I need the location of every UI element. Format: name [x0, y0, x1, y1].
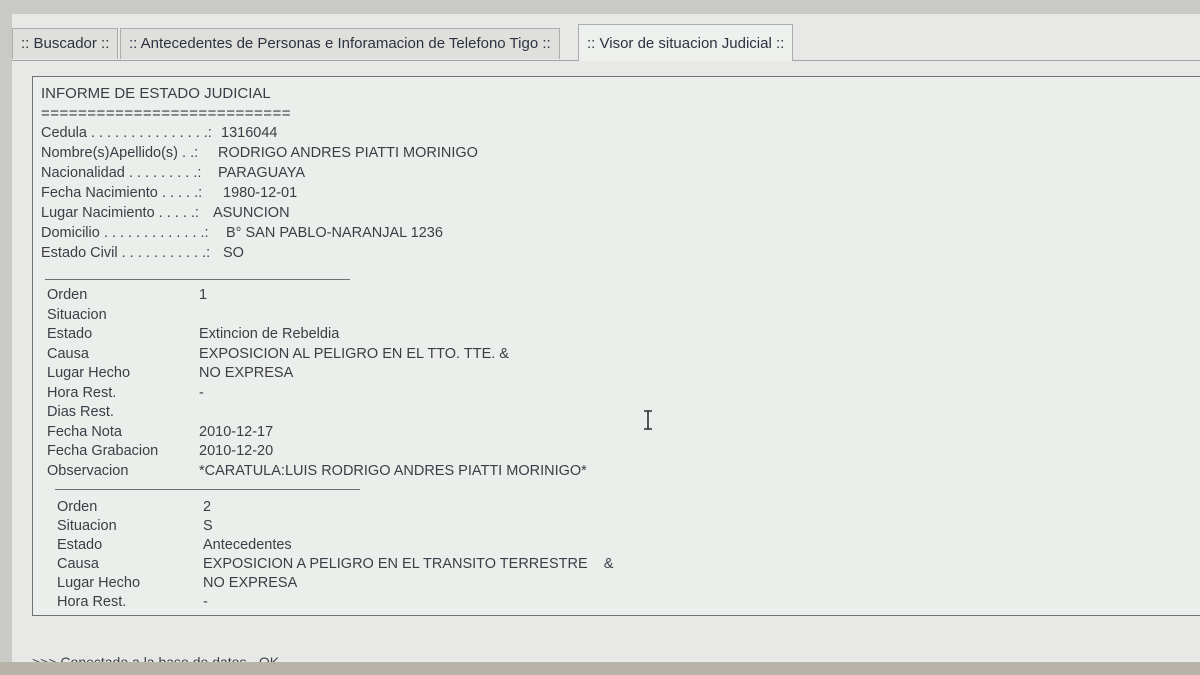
- separator-1: [45, 279, 350, 280]
- person-field-label: Fecha Nacimiento . . . . .:: [41, 185, 203, 201]
- record-field-label: Estado: [57, 537, 103, 553]
- record-field-value: 2010-12-17: [199, 423, 274, 440]
- record-field-value: Extincion de Rebeldia: [199, 326, 340, 342]
- person-field-label: Nombre(s)Apellido(s) . .:: [41, 145, 199, 161]
- person-field-value: RODRIGO ANDRES PIATTI MORINIGO: [218, 145, 478, 161]
- record-field-label: Dias Rest.: [47, 404, 114, 420]
- record-field-value: EXPOSICION AL PELIGRO EN EL TTO. TTE. &: [199, 345, 509, 362]
- record-field-label: Fecha Grabacion: [47, 443, 159, 459]
- tab-antecedentes[interactable]: :: Antecedentes de Personas e Inforamaci…: [120, 28, 560, 59]
- record-field-value: -: [199, 384, 204, 401]
- record-field-label: Situacion: [57, 518, 117, 534]
- record-field-label: Situacion: [47, 306, 107, 323]
- record-field-value: Antecedentes: [203, 537, 292, 553]
- record-field-value: EXPOSICION A PELIGRO EN EL TRANSITO TERR…: [203, 556, 614, 572]
- record-field-label: Orden: [47, 287, 88, 303]
- person-field-label: Lugar Nacimiento . . . . .:: [41, 205, 199, 221]
- report-title: INFORME DE ESTADO JUDICIAL: [41, 85, 271, 102]
- person-field-label: Domicilio . . . . . . . . . . . . .:: [41, 225, 209, 241]
- person-field-label: Cedula . . . . . . . . . . . . . . .:: [41, 125, 212, 141]
- record-field-label: Observacion: [47, 462, 129, 479]
- tab-bar: :: Buscador :: :: Antecedentes de Person…: [12, 24, 1200, 61]
- person-field-value: ASUNCION: [213, 205, 290, 221]
- record-field-value: NO EXPRESA: [199, 365, 294, 381]
- tab-visor-judicial[interactable]: :: Visor de situacion Judicial ::: [578, 24, 794, 61]
- record-field-value: S: [203, 518, 213, 534]
- report-rule: ===========================: [41, 105, 292, 122]
- desk-edge: [0, 662, 1200, 675]
- record-field-label: Orden: [57, 499, 98, 515]
- person-field-value: B° SAN PABLO-NARANJAL 1236: [226, 225, 443, 241]
- tab-buscador[interactable]: :: Buscador ::: [12, 28, 119, 59]
- person-field-label: Nacionalidad . . . . . . . . .:: [41, 165, 202, 181]
- record-field-label: Lugar Hecho: [47, 365, 131, 381]
- person-field-value: PARAGUAYA: [218, 165, 306, 181]
- report-textarea[interactable]: INFORME DE ESTADO JUDICIAL =============…: [32, 76, 1200, 616]
- record-field-value: NO EXPRESA: [203, 575, 298, 591]
- record-field-value: 2010-12-20: [199, 443, 274, 459]
- record-field-label: Lugar Hecho: [57, 575, 141, 591]
- app-window: :: Buscador :: :: Antecedentes de Person…: [12, 14, 1200, 675]
- record-field-value: *CARATULA:LUIS RODRIGO ANDRES PIATTI MOR…: [199, 462, 587, 479]
- person-field-value: 1316044: [221, 125, 278, 141]
- record-field-label: Fecha Nota: [47, 423, 122, 440]
- person-field-label: Estado Civil . . . . . . . . . . .:: [41, 245, 211, 261]
- record-field-label: Causa: [57, 556, 99, 572]
- record-field-value: -: [203, 594, 208, 610]
- text-cursor-icon: [644, 410, 652, 430]
- separator-2: [55, 489, 360, 490]
- person-field-value: SO: [223, 245, 244, 261]
- record-field-value: 1: [199, 287, 208, 303]
- record-field-label: Estado: [47, 326, 93, 342]
- person-field-value: 1980-12-01: [223, 185, 298, 201]
- record-field-label: Hora Rest.: [47, 384, 117, 401]
- record-field-value: 2: [203, 499, 212, 515]
- record-field-label: Causa: [47, 345, 89, 362]
- record-field-label: Hora Rest.: [57, 594, 127, 610]
